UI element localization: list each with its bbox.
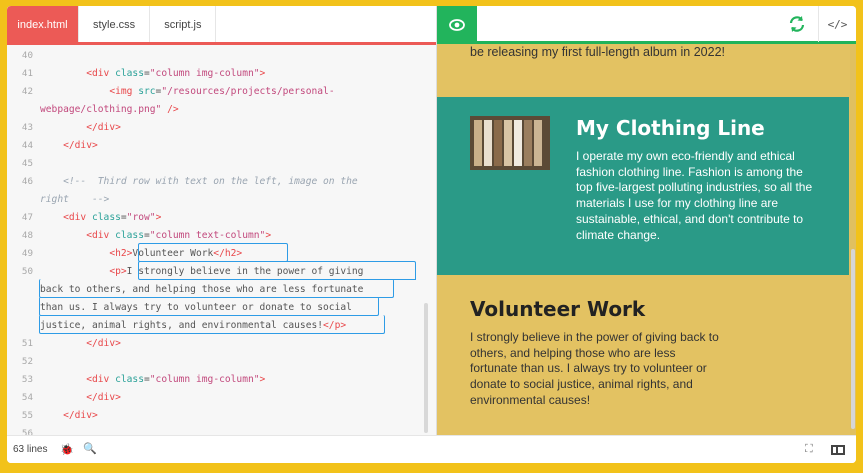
view-code-button[interactable]: </> — [818, 6, 856, 42]
code-line[interactable]: <div class="column text-column"> — [40, 227, 271, 245]
tab-index-html[interactable]: index.html — [7, 6, 79, 44]
code-line[interactable]: <p>I strongly believe in the power of gi… — [40, 263, 363, 281]
line-number: 42 — [21, 86, 33, 97]
line-number: 45 — [21, 158, 33, 169]
line-number: 49 — [21, 248, 33, 259]
code-line[interactable]: </div> — [40, 335, 121, 353]
line-count: 63 lines — [13, 444, 48, 455]
code-line[interactable]: webpage/clothing.png" /> — [40, 101, 179, 119]
code-line[interactable]: back to others, and helping those who ar… — [40, 281, 363, 299]
code-line[interactable]: <div class="row"> — [40, 209, 161, 227]
line-number: 52 — [21, 356, 33, 367]
eye-icon — [449, 19, 465, 31]
line-number: 48 — [21, 230, 33, 241]
line-number: 53 — [21, 374, 33, 385]
code-line[interactable]: <div class="column img-column"> — [40, 371, 265, 389]
search-icon[interactable]: 🔍 — [83, 442, 97, 455]
code-editor-pane: index.html style.css script.js 40 41 42 43 4… — [7, 6, 436, 439]
clothing-section: My Clothing Line I operate my own eco-fr… — [437, 97, 849, 275]
line-number: 40 — [21, 50, 33, 61]
line-number: 54 — [21, 392, 33, 403]
code-line[interactable]: </div> — [40, 389, 121, 407]
preview-scrollbar[interactable] — [851, 249, 855, 429]
line-number — [7, 101, 33, 119]
line-number — [7, 281, 33, 299]
line-number — [7, 191, 33, 209]
line-number-gutter: 40 41 42 43 44 45 46 47 48 49 50 51 52 53 54 55 56 — [7, 45, 37, 439]
refresh-icon — [789, 16, 805, 32]
clothing-title: My Clothing Line — [576, 116, 765, 140]
line-number: 44 — [21, 140, 33, 151]
line-number: 55 — [21, 410, 33, 421]
tab-script-js[interactable]: script.js — [150, 6, 217, 44]
line-number — [7, 299, 33, 317]
code-area[interactable]: 40 41 42 43 44 45 46 47 48 49 50 51 52 53 54 55 56 <div … — [7, 45, 436, 439]
code-line[interactable]: </div> — [40, 137, 98, 155]
code-line[interactable]: <div class="column img-column"> — [40, 65, 265, 83]
fullscreen-icon[interactable]: ⛶ — [805, 443, 813, 456]
code-line[interactable]: justice, animal rights, and environmenta… — [40, 317, 346, 335]
clothing-text: I operate my own eco-friendly and ethica… — [576, 149, 813, 242]
file-tabs: index.html style.css script.js — [7, 6, 436, 44]
line-number: 41 — [21, 68, 33, 79]
refresh-button[interactable] — [777, 6, 817, 42]
line-number: 43 — [21, 122, 33, 133]
editor-scrollbar[interactable] — [424, 303, 428, 433]
code-line[interactable]: than us. I always try to volunteer or do… — [40, 299, 352, 317]
clothing-image — [470, 116, 550, 170]
line-number: 50 — [21, 266, 33, 277]
code-line[interactable]: </div> — [40, 119, 121, 137]
tab-style-css[interactable]: style.css — [79, 6, 151, 44]
code-line[interactable]: <img src="/resources/projects/personal- — [40, 83, 334, 101]
intro-text: be releasing my first full-length album … — [470, 45, 725, 59]
bug-icon[interactable]: 🐞 — [60, 443, 74, 456]
code-line[interactable]: right --> — [40, 191, 109, 209]
volunteer-text: I strongly believe in the power of givin… — [470, 330, 719, 407]
code-line[interactable]: </div> — [40, 407, 98, 425]
volunteer-title: Volunteer Work — [470, 297, 646, 321]
webpage-preview: be releasing my first full-length album … — [437, 44, 856, 435]
line-number: 46 — [21, 176, 33, 187]
code-line[interactable]: <h2>Volunteer Work</h2> — [40, 245, 242, 263]
layout-toggle-icon[interactable] — [831, 445, 845, 455]
line-number: 47 — [21, 212, 33, 223]
line-number: 51 — [21, 338, 33, 349]
editor-frame: index.html style.css script.js 40 41 42 43 4… — [7, 6, 856, 463]
status-bar: 63 lines 🐞 🔍 ⛶ — [7, 435, 856, 463]
line-number — [7, 317, 33, 335]
code-line[interactable]: <!-- Third row with text on the left, im… — [40, 173, 358, 191]
preview-toggle-button[interactable] — [437, 6, 477, 44]
